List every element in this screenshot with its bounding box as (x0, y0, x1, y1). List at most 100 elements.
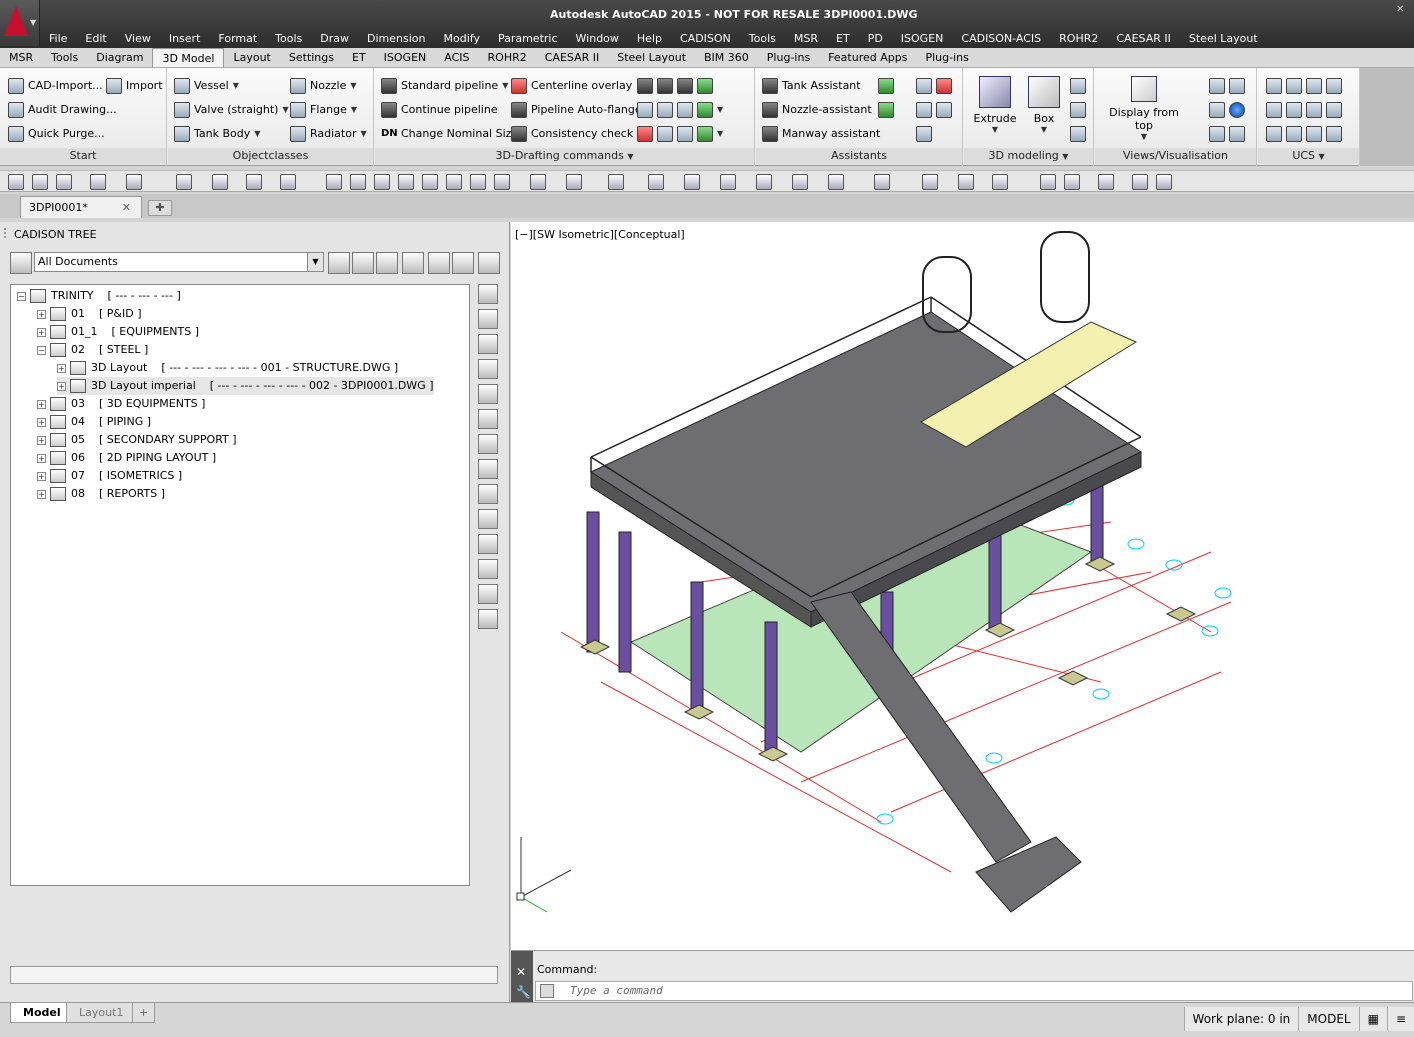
command-input[interactable]: Type a command (535, 981, 1413, 1001)
menu-item-et[interactable]: ET (827, 30, 859, 48)
quick-purge-button[interactable]: Quick Purge... (8, 124, 105, 144)
vessel-button[interactable]: Vessel ▼ (174, 76, 239, 96)
sort-az-icon[interactable] (478, 359, 498, 379)
tree-tool-4-button[interactable] (452, 252, 474, 274)
ribbon-tab-isogen[interactable]: ISOGEN (375, 48, 436, 67)
consistency-check-button[interactable]: Consistency check (511, 124, 633, 144)
play-icon[interactable] (478, 284, 498, 304)
nozzle-button[interactable]: Nozzle ▼ (290, 76, 357, 96)
new-viewport-icon[interactable] (176, 174, 192, 190)
expand-icon[interactable]: + (37, 309, 46, 319)
menu-item-format[interactable]: Format (209, 30, 266, 48)
ribbon-tab-steel-layout[interactable]: Steel Layout (608, 48, 695, 67)
merge-icon[interactable] (478, 559, 498, 579)
cad-import-button[interactable]: CAD-Import... (8, 76, 103, 96)
model-space-toggle[interactable]: MODEL (1298, 1007, 1359, 1031)
pipe-tools-row-3[interactable]: ▼ (637, 124, 723, 144)
menu-item-dimension[interactable]: Dimension (358, 30, 434, 48)
tree-tool-2-button[interactable] (402, 252, 424, 274)
ribbon-tab-bim-360[interactable]: BIM 360 (695, 48, 758, 67)
expand-icon[interactable]: + (37, 435, 46, 445)
change-nominal-size-button[interactable]: DN Change Nominal Size (381, 124, 518, 144)
scale-icon[interactable] (398, 174, 414, 190)
menu-item-msr[interactable]: MSR (785, 30, 827, 48)
tree-node[interactable]: − TRINITY [ --- - --- - --- ] (17, 287, 181, 305)
layer-state-icon[interactable] (246, 174, 262, 190)
save-icon[interactable] (32, 174, 48, 190)
document-filter-select[interactable]: All Documents ▼ (34, 252, 324, 272)
layer-icon[interactable] (212, 174, 228, 190)
edit-list-icon[interactable] (478, 334, 498, 354)
design-center-icon[interactable] (1156, 174, 1172, 190)
dimension-icon[interactable] (992, 174, 1008, 190)
tree-node[interactable]: +06 [ 2D PIPING LAYOUT ] (37, 449, 216, 467)
tree-node[interactable]: +07 [ ISOMETRICS ] (37, 467, 182, 485)
expand-icon[interactable]: + (37, 399, 46, 409)
radiator-button[interactable]: Radiator ▼ (290, 124, 367, 144)
expand-icon[interactable]: + (57, 363, 66, 373)
tree-node[interactable]: +04 [ PIPING ] (37, 413, 151, 431)
move-icon[interactable] (326, 174, 342, 190)
collapse-icon[interactable]: − (37, 345, 46, 355)
tank-body-button[interactable]: Tank Body ▼ (174, 124, 260, 144)
visual-style-row-2[interactable] (1209, 100, 1245, 120)
pipe-tools-row-2[interactable]: ▼ (637, 100, 723, 120)
trim-icon[interactable] (530, 174, 546, 190)
menu-item-draw[interactable]: Draw (311, 30, 358, 48)
rectangle-icon[interactable] (720, 174, 736, 190)
tank-assistant-button[interactable]: Tank Assistant (762, 76, 861, 96)
tree-node[interactable]: +01_1 [ EQUIPMENTS ] (37, 323, 199, 341)
pipe-elbow-button[interactable] (637, 76, 713, 96)
ribbon-tab-et[interactable]: ET (343, 48, 375, 67)
mirror-icon[interactable] (470, 174, 486, 190)
workplane-indicator[interactable]: Work plane: 0 in (1183, 1007, 1299, 1031)
menu-item-caesar-ii[interactable]: CAESAR II (1107, 30, 1180, 48)
chevron-down-icon[interactable]: ▼ (1062, 152, 1068, 161)
forward-arrow-button[interactable] (352, 252, 374, 274)
menu-item-window[interactable]: Window (567, 30, 628, 48)
flange-button[interactable]: Flange ▼ (290, 100, 357, 120)
expand-icon[interactable]: + (37, 489, 46, 499)
command-prompt-icon[interactable] (540, 984, 554, 998)
continue-pipeline-button[interactable]: Continue pipeline (381, 100, 498, 120)
menu-item-cadison-acis[interactable]: CADISON-ACIS (952, 30, 1050, 48)
document-tab[interactable]: 3DPI0001* ✕ (20, 196, 142, 218)
export-icon[interactable] (478, 534, 498, 554)
ribbon-tab-plug-ins[interactable]: Plug-ins (758, 48, 819, 67)
link-icon[interactable] (478, 584, 498, 604)
binoculars-icon[interactable] (478, 309, 498, 329)
list-add-icon[interactable] (478, 459, 498, 479)
close-icon[interactable]: ✕ (122, 197, 131, 219)
line-icon[interactable] (648, 174, 664, 190)
ucs-row-2[interactable] (1266, 100, 1342, 120)
manway-assistant-button[interactable]: Manway assistant (762, 124, 880, 144)
grid-button[interactable] (916, 124, 932, 144)
ribbon-tab-diagram[interactable]: Diagram (87, 48, 152, 67)
circle-icon[interactable] (756, 174, 772, 190)
audit-drawing-button[interactable]: Audit Drawing... (8, 100, 117, 120)
expand-icon[interactable]: + (57, 381, 66, 391)
ribbon-tab-settings[interactable]: Settings (280, 48, 343, 67)
layer-iso-icon[interactable] (1040, 174, 1056, 190)
menu-icon[interactable]: ≡ (1386, 1007, 1414, 1031)
undo-icon[interactable] (90, 174, 106, 190)
extend-icon[interactable] (566, 174, 582, 190)
tree-node[interactable]: +3D Layout imperial [ --- - --- - --- - -… (57, 377, 434, 395)
menu-item-tools[interactable]: Tools (740, 30, 785, 48)
copy-icon[interactable] (446, 174, 462, 190)
array-icon[interactable] (494, 174, 510, 190)
tree-tool-5-button[interactable] (478, 252, 500, 274)
visual-style-row-3[interactable] (1209, 124, 1245, 144)
tree-tool-1-button[interactable] (376, 252, 398, 274)
centerline-overlay-button[interactable]: Centerline overlay (511, 76, 632, 96)
chevron-down-icon[interactable]: ▼ (1319, 152, 1325, 161)
ribbon-tab-acis[interactable]: ACIS (435, 48, 478, 67)
sort-desc-icon[interactable] (478, 384, 498, 404)
hatch-icon[interactable] (792, 174, 808, 190)
nozzle-assistant-button[interactable]: Nozzle-assistant (762, 100, 872, 120)
panel-grip-icon[interactable] (4, 228, 8, 238)
ucs-row-3[interactable] (1266, 124, 1342, 144)
menu-item-file[interactable]: File (40, 30, 76, 48)
grid-icon[interactable]: ▦ (1358, 1007, 1387, 1031)
menu-item-cadison[interactable]: CADISON (671, 30, 740, 48)
